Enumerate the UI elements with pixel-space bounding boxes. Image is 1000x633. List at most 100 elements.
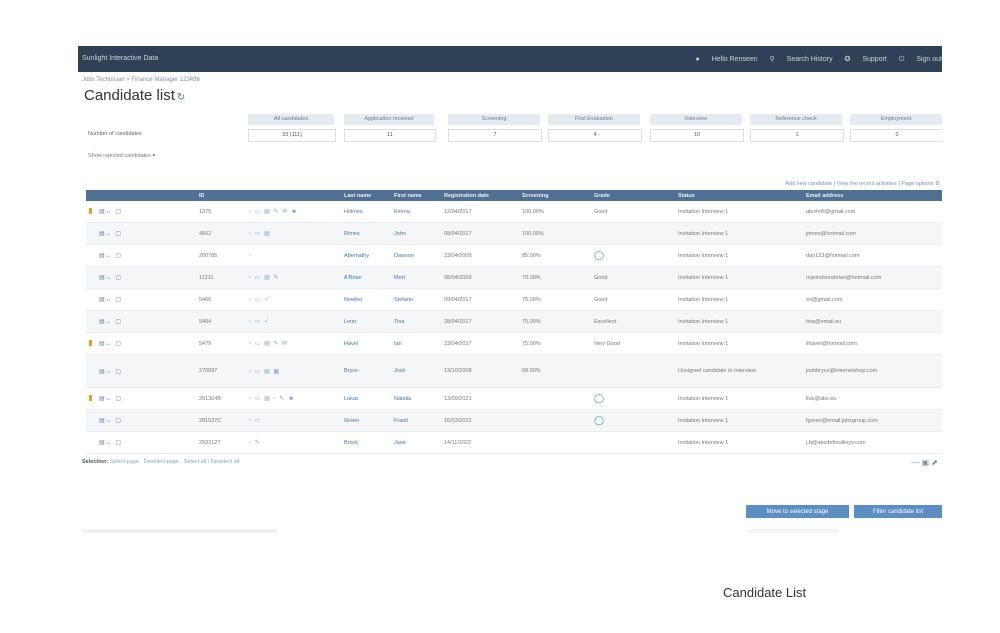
row-action-icons[interactable]: ▫ ▭ ▤ ✎ ✉ ☻ bbox=[249, 209, 298, 215]
support-link[interactable]: ✪ Support bbox=[845, 56, 887, 63]
row-action-icons[interactable]: ▫ ▭ ▤ ✎ ✉ bbox=[249, 341, 288, 347]
row-action-icons[interactable]: ▫ ▭ bbox=[249, 418, 261, 424]
candidate-card-icon[interactable]: ▤↔ ▢ bbox=[99, 275, 122, 281]
candidate-card-icon[interactable]: ▤↔ ▢ bbox=[99, 209, 122, 215]
last-name[interactable]: Green bbox=[344, 418, 359, 424]
candidate-id[interactable]: 11211 bbox=[199, 275, 213, 281]
candidate-id[interactable]: 293312T bbox=[199, 440, 221, 446]
row-action-icons[interactable]: ▫ ▭ ▤ bbox=[249, 231, 271, 237]
stage-count-screening[interactable]: 7 bbox=[448, 129, 542, 142]
last-name[interactable]: Newlen bbox=[344, 297, 362, 303]
table-row[interactable]: ▤↔ ▢ 5404 ▫ ▭ ✓ Lenn Tina 28/04/2017 75.00% Exc… bbox=[86, 310, 942, 333]
app-title[interactable]: Sunlight Interactive Data bbox=[82, 55, 158, 62]
last-name[interactable]: A'Brian bbox=[344, 275, 362, 281]
table-row[interactable]: ▤↔ ▢ 11211 ▫ ▭ ▤ ✎ A'Brian Mert 08/04/2009 79.… bbox=[86, 266, 942, 289]
email-address[interactable]: lluk@abc.eu bbox=[806, 396, 836, 402]
search-history-link[interactable]: ⚲ Search History bbox=[770, 56, 833, 63]
first-name[interactable]: Jane bbox=[394, 440, 406, 446]
gear-icon[interactable]: ⚙ bbox=[935, 181, 940, 187]
first-name[interactable]: Josh bbox=[394, 368, 406, 374]
candidate-id[interactable]: 4562 bbox=[199, 231, 211, 237]
show-rejected-link[interactable]: Show rejected candidates ▾ bbox=[88, 153, 155, 159]
stage-count-first-eval[interactable]: 4 bbox=[548, 129, 642, 142]
column-header[interactable]: Screening bbox=[519, 190, 571, 201]
candidate-card-icon[interactable]: ▤↔ ▢ bbox=[99, 319, 122, 325]
column-header[interactable]: Status bbox=[675, 190, 803, 201]
candidate-card-icon[interactable]: ▤↔ ▢ bbox=[99, 253, 122, 259]
candidate-id[interactable]: 291324B bbox=[199, 396, 221, 402]
candidate-id[interactable]: 5479 bbox=[199, 341, 211, 347]
email-address[interactable]: tina@email.eu bbox=[806, 319, 841, 325]
deselect-page-link[interactable]: Deselect page bbox=[144, 459, 179, 465]
row-action-icons[interactable]: ▫ ▭ ✓ bbox=[249, 297, 270, 303]
email-address[interactable]: alexholl@gmail.com bbox=[806, 209, 855, 215]
candidate-card-icon[interactable]: ▤↔ ▢ bbox=[99, 297, 122, 303]
candidate-id[interactable]: 5404 bbox=[199, 319, 211, 325]
stage-count-all[interactable]: 33 (111) bbox=[248, 129, 336, 142]
row-action-icons[interactable]: ▫ ▭ ▤ ▦ bbox=[249, 369, 280, 375]
first-name[interactable]: Frank bbox=[394, 418, 408, 424]
email-address[interactable]: jrimes@hotmail.com bbox=[806, 231, 856, 237]
column-header[interactable]: First name bbox=[391, 190, 441, 201]
filter-list-button[interactable]: Filter candidate list bbox=[854, 505, 942, 518]
breadcrumb[interactable]: Jobs Technician > Finance Manager 123456 bbox=[82, 77, 200, 83]
table-row[interactable]: ▤↔ ▢ 5479 ▫ ▭ ▤ ✎ ✉ Havel Ian 23/04/2017 75.00… bbox=[86, 332, 942, 355]
email-address[interactable]: dan123@hotmail.com bbox=[806, 253, 860, 259]
grade-circle-icon[interactable]: ◯ bbox=[594, 415, 604, 425]
table-row[interactable]: ▤↔ ▢ 1375 ▫ ▭ ▤ ✎ ✉ ☻ Holmes Emma 12/04/2017 1… bbox=[86, 201, 942, 223]
stage-header-reference[interactable]: Reference check bbox=[750, 114, 842, 125]
stage-count-employment[interactable]: 0 bbox=[850, 129, 942, 142]
column-header[interactable]: Email address bbox=[803, 190, 942, 201]
table-row[interactable]: ▤↔ ▢ 281537C ▫ ▭ Green Frank 16/03/2022 ◯ Invit… bbox=[86, 409, 942, 432]
first-name[interactable]: Dawson bbox=[394, 253, 414, 259]
stage-count-received[interactable]: 11 bbox=[344, 129, 436, 142]
stage-header-first-eval[interactable]: First Evaluation bbox=[548, 114, 640, 125]
column-header[interactable]: Grade bbox=[591, 190, 675, 201]
email-address[interactable]: j.b@abcdefmultisys.com bbox=[806, 440, 866, 446]
column-header[interactable]: Last name bbox=[341, 190, 391, 201]
select-all-link[interactable]: Select all / Deselect all bbox=[184, 459, 239, 465]
candidate-card-icon[interactable]: ▤↔ ▢ bbox=[99, 396, 122, 402]
first-name[interactable]: Tina bbox=[394, 319, 405, 325]
first-name[interactable]: John bbox=[394, 231, 406, 237]
first-name[interactable]: Ian bbox=[394, 341, 402, 347]
candidate-id[interactable]: 270897 bbox=[199, 368, 217, 374]
stage-header-received[interactable]: Application received bbox=[344, 114, 434, 125]
candidate-card-icon[interactable]: ▤↔ ▢ bbox=[99, 231, 122, 237]
table-row[interactable]: ▤↔ ▢ 293312T ▫ ✎ Brock Jane 14/11/2022 Invitat… bbox=[86, 431, 942, 454]
first-name[interactable]: Mert bbox=[394, 275, 405, 281]
first-name[interactable]: Emma bbox=[394, 209, 410, 215]
candidate-id[interactable]: 200785 bbox=[199, 253, 217, 259]
row-action-icons[interactable]: ▫ ▭ ▤ ▫ ✎ ☻ bbox=[249, 396, 295, 402]
last-name[interactable]: Brock bbox=[344, 440, 358, 446]
email-address[interactable]: ilhavel@hotmail.com bbox=[806, 341, 857, 347]
last-name[interactable]: Lenn bbox=[344, 319, 356, 325]
column-header[interactable]: Registration date bbox=[441, 190, 519, 201]
candidate-card-icon[interactable]: ▤↔ ▢ bbox=[99, 369, 122, 375]
stage-header-screening[interactable]: Screening bbox=[448, 114, 540, 125]
row-action-icons[interactable]: ▫ ✎ bbox=[249, 440, 261, 446]
candidate-card-icon[interactable]: ▤↔ ▢ bbox=[99, 418, 122, 424]
row-action-icons[interactable]: ▫ bbox=[249, 253, 252, 259]
candidate-id[interactable]: 1375 bbox=[199, 209, 211, 215]
sign-out-link[interactable]: ⏻ Sign out bbox=[899, 56, 942, 63]
candidate-card-icon[interactable]: ▤↔ ▢ bbox=[99, 341, 122, 347]
grade-circle-icon[interactable]: ◯ bbox=[594, 393, 604, 403]
stage-count-reference[interactable]: 1 bbox=[750, 129, 844, 142]
move-stage-button[interactable]: Move to selected stage bbox=[746, 505, 849, 518]
email-address[interactable]: joshbryce@internetshop.com bbox=[806, 368, 877, 374]
last-name[interactable]: Bryce bbox=[344, 368, 358, 374]
first-name[interactable]: Natalia bbox=[394, 396, 411, 402]
first-name[interactable]: Stefano bbox=[394, 297, 413, 303]
email-address[interactable]: fgreen@email.jobsgroup.com bbox=[806, 418, 878, 424]
last-name[interactable]: Holmes bbox=[344, 209, 363, 215]
last-name[interactable]: Lukas bbox=[344, 396, 359, 402]
stage-header-interview[interactable]: Interview bbox=[650, 114, 742, 125]
select-page-link[interactable]: Select page bbox=[110, 459, 139, 465]
grade-circle-icon[interactable]: ◯ bbox=[594, 250, 604, 260]
candidate-card-icon[interactable]: ▤↔ ▢ bbox=[99, 440, 122, 446]
last-name[interactable]: Havel bbox=[344, 341, 358, 347]
table-row[interactable]: ▤↔ ▢ 5466 ▫ ▭ ✓ Newlen Stefano 09/04/2017 75.0… bbox=[86, 288, 942, 311]
stage-header-employment[interactable]: Employment bbox=[850, 114, 942, 125]
email-address[interactable]: mjwindsorabrian@hotmail.com bbox=[806, 275, 881, 281]
